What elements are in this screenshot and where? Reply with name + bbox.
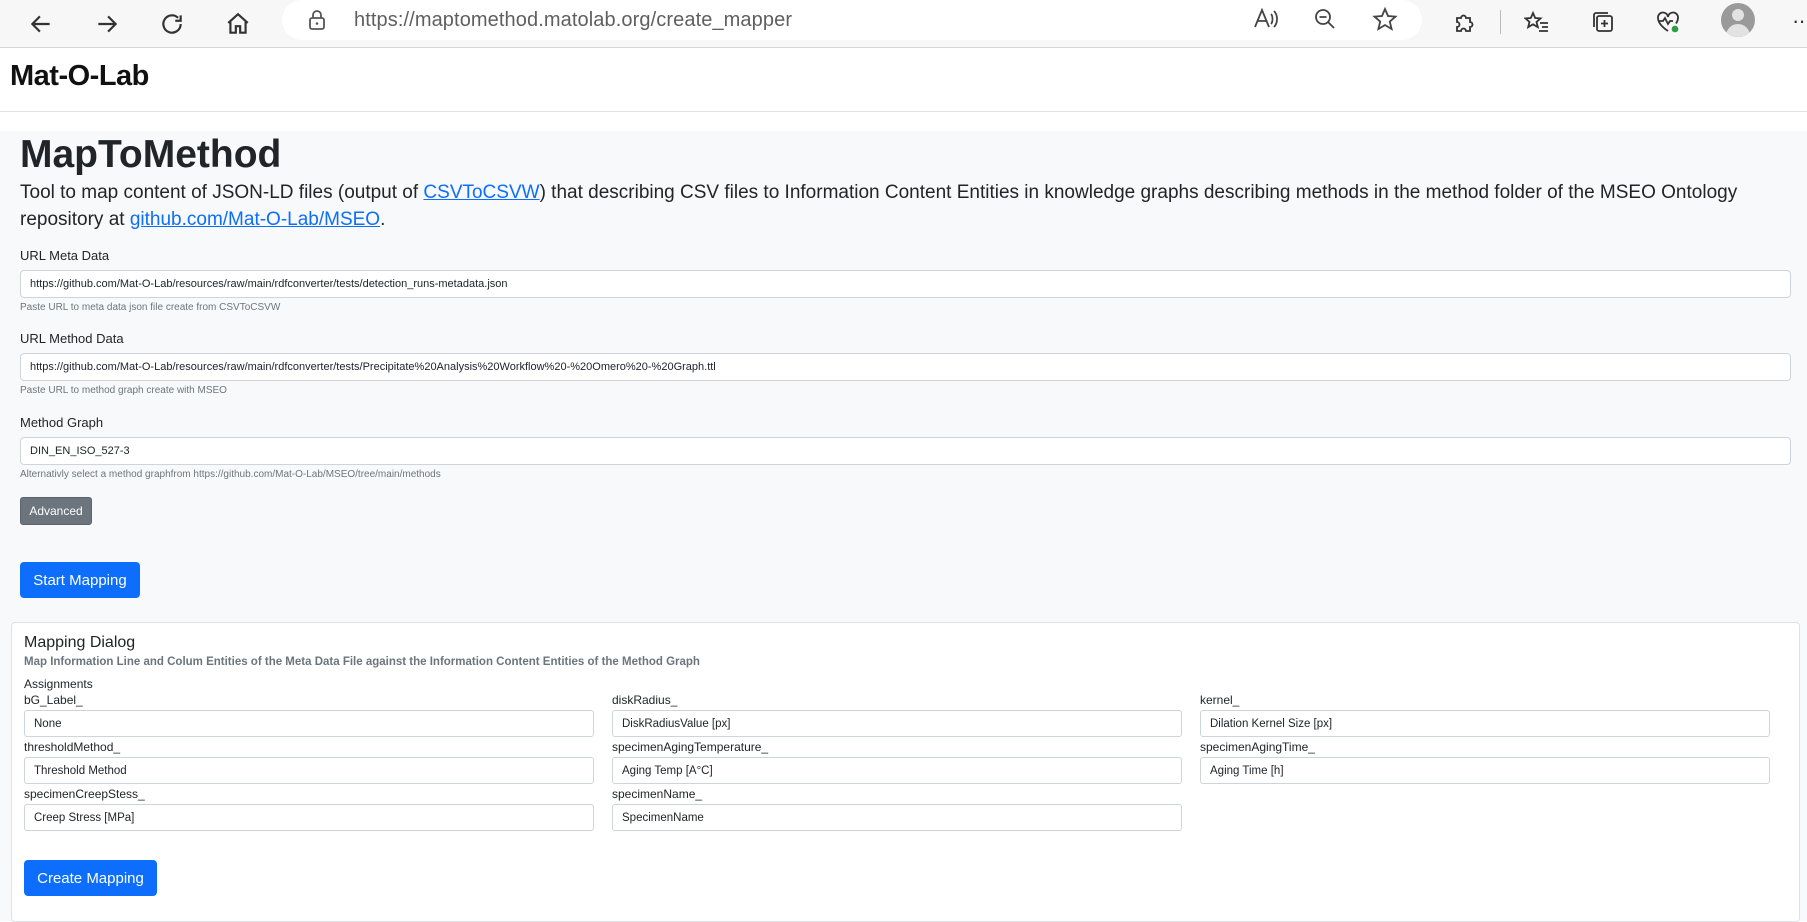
favorite-button[interactable] xyxy=(1372,6,1400,34)
mapping-dialog-title: Mapping Dialog xyxy=(24,634,136,651)
heart-pulse-icon xyxy=(1657,11,1680,34)
method-graph-label: Method Graph xyxy=(20,415,104,430)
field-label-specimen-name: specimenName_ xyxy=(612,787,703,801)
extensions-button[interactable] xyxy=(1448,5,1482,39)
assignments-label: Assignments xyxy=(24,677,93,691)
meta-data-help: Paste URL to meta data json file create … xyxy=(20,302,281,313)
csvtocsvw-link[interactable]: CSVToCSVW xyxy=(423,182,539,203)
field-label-aging-time: specimenAgingTime_ xyxy=(1200,740,1315,754)
toolbar-divider xyxy=(1500,10,1501,34)
favorites-button[interactable] xyxy=(1520,5,1554,39)
field-input-aging-temperature[interactable] xyxy=(612,757,1182,784)
more-menu-button[interactable]: ··· xyxy=(1792,8,1807,34)
home-button[interactable] xyxy=(219,5,257,43)
field-label-creep-stress: specimenCreepStess_ xyxy=(24,787,145,801)
field-label-kernel: kernel_ xyxy=(1200,693,1240,707)
lead-text-3: . xyxy=(380,209,386,230)
arrow-right-icon xyxy=(98,15,118,33)
method-graph-help: Alternativly select a method graphfrom h… xyxy=(20,469,441,480)
mseo-link[interactable]: github.com/Mat-O-Lab/MSEO xyxy=(130,209,380,230)
field-input-bg-label[interactable] xyxy=(24,710,594,737)
collections-icon xyxy=(1593,12,1613,32)
favorites-list-icon xyxy=(1524,10,1548,32)
address-bar[interactable]: https://maptomethod.matolab.org/create_m… xyxy=(282,0,1422,40)
forward-button[interactable] xyxy=(88,5,126,43)
browser-essentials-button[interactable] xyxy=(1651,5,1685,39)
read-aloud-button[interactable] xyxy=(1252,6,1280,34)
refresh-button[interactable] xyxy=(153,5,191,43)
lead-text-1: Tool to map content of JSON-LD files (ou… xyxy=(20,182,424,203)
mapping-dialog-subtitle: Map Information Line and Colum Entities … xyxy=(24,656,700,668)
zoom-out-icon xyxy=(1315,9,1335,29)
zoom-out-button[interactable] xyxy=(1312,6,1340,34)
field-input-kernel[interactable] xyxy=(1200,710,1770,737)
star-icon xyxy=(1372,6,1398,31)
create-mapping-button[interactable]: Create Mapping xyxy=(24,860,157,896)
avatar-body xyxy=(1726,24,1750,37)
field-input-disk-radius[interactable] xyxy=(612,710,1182,737)
field-label-threshold-method: thresholdMethod_ xyxy=(24,740,121,754)
field-label-bg-label: bG_Label_ xyxy=(24,693,83,707)
url-path: /create_mapper xyxy=(650,9,793,31)
collections-button[interactable] xyxy=(1586,5,1620,39)
page-title: MapToMethod xyxy=(20,133,282,176)
field-input-aging-time[interactable] xyxy=(1200,757,1770,784)
field-label-disk-radius: diskRadius_ xyxy=(612,693,678,707)
field-label-aging-temperature: specimenAgingTemperature_ xyxy=(612,740,769,754)
site-header: Mat-O-Lab xyxy=(0,49,1807,112)
puzzle-icon xyxy=(1456,14,1474,32)
meta-data-label: URL Meta Data xyxy=(20,248,110,263)
field-input-specimen-name[interactable] xyxy=(612,804,1182,831)
mapping-dialog: Mapping Dialog Map Information Line and … xyxy=(11,622,1800,922)
lock-icon xyxy=(309,10,325,30)
method-data-url-input[interactable] xyxy=(20,353,1791,381)
url-text: https://maptomethod.matolab.org/create_m… xyxy=(354,9,792,32)
url-host: https://maptomethod.matolab.org xyxy=(354,9,651,31)
read-aloud-icon xyxy=(1254,7,1278,28)
browser-toolbar: https://maptomethod.matolab.org/create_m… xyxy=(0,0,1807,48)
main-content: MapToMethod Tool to map content of JSON-… xyxy=(0,131,1807,922)
avatar-head xyxy=(1732,9,1744,21)
advanced-button[interactable]: Advanced xyxy=(20,497,92,525)
start-mapping-button[interactable]: Start Mapping xyxy=(20,562,140,598)
profile-avatar[interactable] xyxy=(1721,3,1755,37)
back-button[interactable] xyxy=(22,5,60,43)
method-data-help: Paste URL to method graph create with MS… xyxy=(20,385,227,396)
field-input-threshold-method[interactable] xyxy=(24,757,594,784)
brand-logo[interactable]: Mat-O-Lab xyxy=(10,60,149,93)
method-data-label: URL Method Data xyxy=(20,331,124,346)
field-input-creep-stress[interactable] xyxy=(24,804,594,831)
meta-data-url-input[interactable] xyxy=(20,270,1791,298)
arrow-left-icon xyxy=(30,15,50,33)
home-icon xyxy=(227,12,249,34)
method-graph-input[interactable] xyxy=(20,437,1791,465)
refresh-icon xyxy=(162,14,182,34)
page-description: Tool to map content of JSON-LD files (ou… xyxy=(20,179,1780,233)
